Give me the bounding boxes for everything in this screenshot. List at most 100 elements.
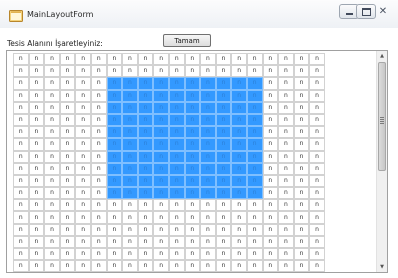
grid-cell[interactable]: n (309, 101, 325, 114)
grid-cell-selected[interactable]: n (246, 89, 263, 102)
grid-cell[interactable]: n (137, 53, 154, 66)
grid-cell[interactable]: n (90, 126, 107, 139)
grid-cell-selected[interactable]: n (153, 101, 169, 114)
grid-cell[interactable]: n (262, 150, 279, 163)
grid-cell[interactable]: n (278, 248, 294, 261)
grid-cell[interactable]: n (200, 53, 216, 66)
grid-cell[interactable]: n (246, 260, 263, 272)
grid-cell[interactable]: n (13, 260, 29, 272)
grid-cell-selected[interactable]: n (168, 162, 185, 175)
grid-cell[interactable]: n (90, 187, 107, 200)
grid-cell[interactable]: n (90, 150, 107, 163)
grid-cell-selected[interactable]: n (215, 113, 232, 127)
grid-cell[interactable]: n (59, 248, 76, 261)
grid-cell[interactable]: n (184, 211, 201, 224)
grid-cell[interactable]: n (106, 235, 123, 248)
grid-cell-selected[interactable]: n (246, 174, 263, 188)
grid-cell[interactable]: n (200, 223, 216, 236)
grid-cell[interactable]: n (293, 174, 310, 188)
grid-cell-selected[interactable]: n (137, 138, 154, 151)
grid-cell-selected[interactable]: n (122, 162, 138, 175)
grid-cell[interactable]: n (13, 53, 29, 66)
grid-cell[interactable]: n (309, 248, 325, 261)
grid-cell[interactable]: n (90, 211, 107, 224)
grid-cell[interactable]: n (168, 260, 185, 272)
grid-cell[interactable]: n (278, 211, 294, 224)
grid-cell[interactable]: n (246, 199, 263, 212)
grid-cell[interactable]: n (278, 101, 294, 114)
grid-cell[interactable]: n (90, 89, 107, 102)
grid-cell[interactable]: n (44, 77, 60, 90)
grid-cell-selected[interactable]: n (184, 162, 201, 175)
grid-cell[interactable]: n (278, 187, 294, 200)
grid-cell-selected[interactable]: n (200, 138, 216, 151)
grid-cell[interactable]: n (215, 53, 232, 66)
grid-cell[interactable]: n (13, 77, 29, 90)
grid-cell[interactable]: n (44, 138, 60, 151)
grid-cell-selected[interactable]: n (137, 150, 154, 163)
grid-cell-selected[interactable]: n (168, 77, 185, 90)
grid-cell-selected[interactable]: n (246, 138, 263, 151)
grid-cell[interactable]: n (231, 65, 247, 78)
grid-cell[interactable]: n (293, 162, 310, 175)
grid-cell-selected[interactable]: n (231, 101, 247, 114)
grid-cell[interactable]: n (122, 260, 138, 272)
grid-cell[interactable]: n (13, 138, 29, 151)
scroll-up-arrow-icon[interactable]: ▲ (377, 51, 387, 61)
grid-cell[interactable]: n (215, 260, 232, 272)
grid-cell-selected[interactable]: n (184, 89, 201, 102)
grid-cell-selected[interactable]: n (153, 174, 169, 188)
grid-cell[interactable]: n (75, 223, 91, 236)
grid-cell[interactable]: n (75, 126, 91, 139)
grid-cell-selected[interactable]: n (231, 162, 247, 175)
grid-cell[interactable]: n (200, 211, 216, 224)
grid-cell[interactable]: n (28, 150, 45, 163)
grid-cell[interactable]: n (75, 53, 91, 66)
grid-cell-selected[interactable]: n (153, 150, 169, 163)
grid-cell[interactable]: n (262, 162, 279, 175)
grid-cell[interactable]: n (90, 174, 107, 188)
grid-cell-selected[interactable]: n (215, 150, 232, 163)
grid-cell[interactable]: n (262, 89, 279, 102)
grid-cell[interactable]: n (309, 138, 325, 151)
grid-cell[interactable]: n (13, 223, 29, 236)
grid-cell[interactable]: n (28, 77, 45, 90)
grid-cell-selected[interactable]: n (153, 187, 169, 200)
grid-cell[interactable]: n (90, 138, 107, 151)
grid-cell[interactable]: n (75, 65, 91, 78)
grid-cell[interactable]: n (184, 235, 201, 248)
grid-cell[interactable]: n (184, 248, 201, 261)
grid-cell[interactable]: n (13, 187, 29, 200)
grid-cell-selected[interactable]: n (106, 187, 123, 200)
grid-cell[interactable]: n (153, 248, 169, 261)
grid-cell[interactable]: n (59, 77, 76, 90)
grid-cell[interactable]: n (293, 65, 310, 78)
grid-cell[interactable]: n (44, 113, 60, 127)
grid-cell[interactable]: n (75, 113, 91, 127)
grid-cell-selected[interactable]: n (200, 174, 216, 188)
grid-cell[interactable]: n (200, 65, 216, 78)
grid-cell[interactable]: n (262, 77, 279, 90)
grid-cell[interactable]: n (28, 162, 45, 175)
grid-cell[interactable]: n (215, 235, 232, 248)
grid-cell[interactable]: n (231, 235, 247, 248)
grid-cell[interactable]: n (75, 101, 91, 114)
grid-cell[interactable]: n (309, 235, 325, 248)
grid-cell[interactable]: n (90, 260, 107, 272)
grid-cell[interactable]: n (28, 89, 45, 102)
grid-cell[interactable]: n (28, 174, 45, 188)
grid-cell-selected[interactable]: n (184, 150, 201, 163)
grid-cell[interactable]: n (184, 260, 201, 272)
grid-cell[interactable]: n (13, 162, 29, 175)
grid-cell-selected[interactable]: n (106, 89, 123, 102)
grid-cell[interactable]: n (122, 65, 138, 78)
grid-cell[interactable]: n (59, 150, 76, 163)
grid-cell[interactable]: n (293, 187, 310, 200)
grid-cell[interactable]: n (28, 138, 45, 151)
grid-cell-selected[interactable]: n (200, 113, 216, 127)
grid-cell[interactable]: n (59, 89, 76, 102)
grid-cell[interactable]: n (184, 53, 201, 66)
grid-cell[interactable]: n (262, 187, 279, 200)
grid-cell-selected[interactable]: n (168, 187, 185, 200)
grid-cell[interactable]: n (262, 138, 279, 151)
